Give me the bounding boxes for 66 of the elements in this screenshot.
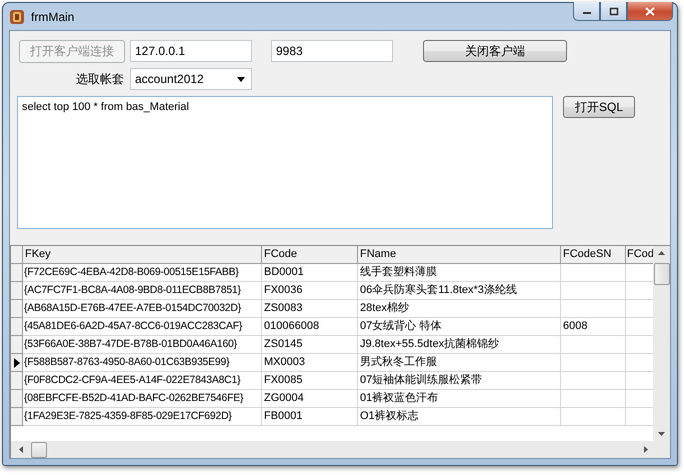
account-dropdown[interactable]: account2012 — [130, 68, 252, 90]
close-icon — [645, 6, 655, 16]
minimize-button[interactable] — [573, 2, 600, 21]
table-cell: ZS0145 — [262, 336, 358, 354]
table-cell: ZG0004 — [262, 390, 358, 408]
table-cell: FX0036 — [262, 282, 358, 300]
table-cell: {53F66A0E-38B7-47DE-B78B-01BD0A46A160} — [23, 336, 262, 354]
table-cell: FB0001 — [262, 408, 358, 426]
column-header[interactable]: FCodeSN — [561, 246, 626, 264]
close-client-button[interactable]: 关闭客户端 — [423, 40, 567, 62]
table-cell: 010066008 — [262, 318, 358, 336]
table-cell: {08EBFCFE-B52D-41AD-BAFC-0262BE7546FE} — [23, 390, 262, 408]
table-cell: 6008 — [561, 318, 626, 336]
table-cell: 06伞兵防寒头套11.8tex*3涤纶线 — [358, 282, 561, 300]
maximize-button[interactable] — [600, 2, 627, 21]
host-field[interactable]: 127.0.0.1 — [130, 40, 252, 62]
table-cell: J9.8tex+55.5dtex抗菌棉锦纱 — [358, 336, 561, 354]
scroll-thumb[interactable] — [31, 442, 47, 458]
row-indicator[interactable] — [11, 354, 23, 372]
scroll-down-icon — [658, 432, 665, 436]
table-cell: {AB68A15D-E76B-47EE-A7EB-0154DC70032D} — [23, 300, 262, 318]
empty-cell — [561, 408, 626, 426]
empty-cell — [561, 372, 626, 390]
table-cell: {F588B587-8763-4950-8A60-01C63B935E99} — [23, 354, 262, 372]
table-cell: 28tex棉纱 — [358, 300, 561, 318]
column-header[interactable]: FCod — [626, 246, 653, 264]
column-header[interactable]: FName — [358, 246, 561, 264]
table-cell: FX0085 — [262, 372, 358, 390]
scroll-thumb[interactable] — [654, 263, 670, 285]
account-label: 选取帐套 — [75, 71, 124, 88]
dropdown-icon — [237, 76, 245, 82]
table-cell: 07女绒背心 特体 — [358, 318, 561, 336]
close-button[interactable] — [627, 2, 673, 21]
table-cell: {F72CE69C-4EBA-42D8-B069-00515E15FABB} — [23, 264, 262, 282]
table-cell: {AC7FC7F1-BC8A-4A08-9BD8-011ECB8B7851} — [23, 282, 262, 300]
table-cell: O1裤衩标志 — [358, 408, 561, 426]
table-cell: {45A81DE6-6A2D-45A7-8CC6-019ACC283CAF} — [23, 318, 262, 336]
empty-cell — [561, 300, 626, 318]
horizontal-scrollbar[interactable] — [11, 441, 670, 458]
table-cell: BD0001 — [262, 264, 358, 282]
empty-cell — [561, 282, 626, 300]
empty-cell — [561, 354, 626, 372]
table-cell: 07短袖体能训练服松紧带 — [358, 372, 561, 390]
app-icon — [9, 8, 25, 24]
open-sql-button[interactable]: 打开SQL — [563, 96, 635, 118]
table-cell: MX0003 — [262, 354, 358, 372]
empty-cell — [561, 336, 626, 354]
scroll-right-icon — [644, 446, 648, 453]
table-cell: ZS0083 — [262, 300, 358, 318]
column-header[interactable]: FCode — [262, 246, 358, 264]
current-row-icon — [14, 358, 20, 368]
empty-cell — [561, 264, 626, 282]
column-header[interactable]: FKey — [23, 246, 262, 264]
scroll-left-icon — [19, 446, 23, 453]
window-title: frmMain — [31, 10, 74, 24]
port-field[interactable]: 9983 — [271, 40, 393, 62]
table-cell: 01裤衩蓝色汗布 — [358, 390, 561, 408]
vertical-scrollbar[interactable] — [653, 246, 670, 441]
sql-editor[interactable]: select top 100 * from bas_Material — [17, 96, 553, 229]
empty-cell — [561, 390, 626, 408]
table-cell: 男式秋冬工作服 — [358, 354, 561, 372]
table-cell: {1FA29E3E-7825-4359-8F85-029E17CF692D} — [23, 408, 262, 426]
table-cell: 线手套塑料薄膜 — [358, 264, 561, 282]
table-cell: {F0F8CDC2-CF9A-4EE5-A14F-022E7843A8C1} — [23, 372, 262, 390]
scroll-up-icon — [658, 251, 665, 255]
maximize-icon — [608, 6, 618, 16]
